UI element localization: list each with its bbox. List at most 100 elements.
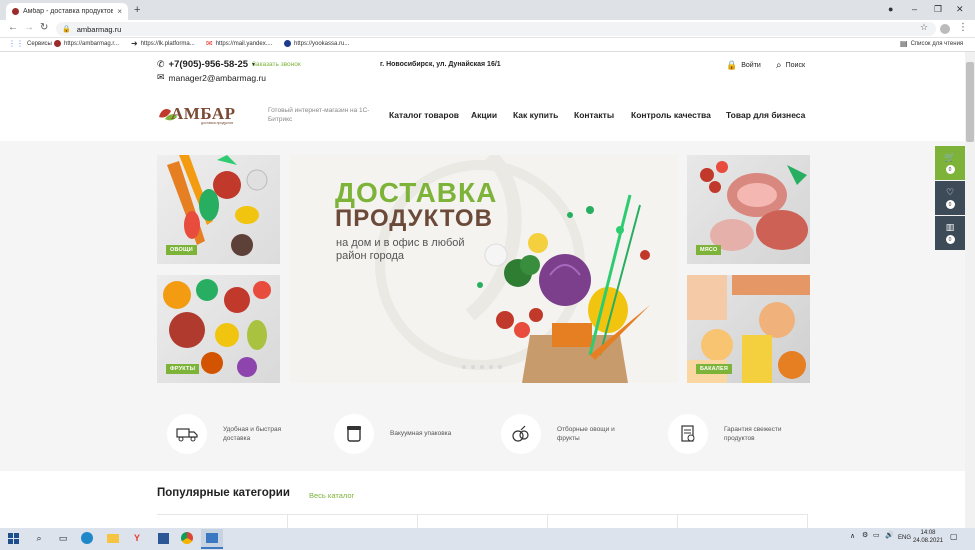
bookmark-apps[interactable]: ⋮⋮ Сервисы <box>8 40 52 48</box>
slider-dot[interactable] <box>498 365 502 369</box>
category-tile-vegetables[interactable]: ОВОЩИ <box>157 155 280 264</box>
callback-link[interactable]: Заказать звонок <box>252 61 301 68</box>
scrollbar-thumb[interactable] <box>966 62 974 142</box>
bookmark-item[interactable]: ✉ https://mail.yandex.... <box>206 40 272 48</box>
certificate-icon <box>668 414 708 454</box>
tile-label: ФРУКТЫ <box>166 364 200 374</box>
banner-title-line2: ПРОДУКТОВ <box>335 205 493 232</box>
floating-side-panel: 🛒 0 ♡ 0 ▥ 0 <box>935 146 965 250</box>
arrow-icon: ➜ <box>131 39 138 48</box>
truck-icon <box>167 414 207 454</box>
favicon-icon <box>12 8 19 15</box>
slider-dot[interactable] <box>471 365 475 369</box>
app-icon[interactable] <box>156 531 170 545</box>
slider-dot[interactable] <box>480 365 484 369</box>
window-close-icon[interactable]: ✕ <box>956 4 964 15</box>
phone-number[interactable]: ✆ +7(905)-956-58-25 ▾ <box>157 59 255 70</box>
divider <box>547 515 548 529</box>
active-app-button[interactable] <box>201 529 223 549</box>
nav-contacts[interactable]: Контакты <box>574 110 614 120</box>
login-button[interactable]: 🔒 Войти <box>726 60 761 71</box>
nav-catalog[interactable]: Каталог товаров <box>389 110 459 120</box>
category-tile-meat[interactable]: МЯСО <box>687 155 810 264</box>
file-explorer-icon[interactable] <box>106 531 120 545</box>
tile-label: ОВОЩИ <box>166 245 197 255</box>
cart-button[interactable]: 🛒 0 <box>935 146 965 180</box>
nav-how-to-buy[interactable]: Как купить <box>513 110 558 120</box>
yandex-browser-icon[interactable]: Y <box>130 531 144 545</box>
phone-icon: ✆ <box>157 59 165 69</box>
feature-item: Гарантия свежести продуктов <box>668 414 804 454</box>
maximize-icon[interactable]: ❐ <box>934 4 942 15</box>
windows-taskbar <box>0 528 975 550</box>
feature-text: Удобная и быстрая доставка <box>223 425 282 442</box>
email-link[interactable]: ✉ manager2@ambarmag.ru <box>157 72 266 83</box>
chrome-icon[interactable] <box>180 531 194 545</box>
tray-chevron-up-icon[interactable]: ∧ <box>850 533 855 542</box>
bookmark-item[interactable]: ➜ https://lk.platforma... <box>131 40 195 48</box>
url-text: ambarmag.ru <box>76 24 122 34</box>
feature-item: Отборные овощи и фрукты <box>501 414 637 454</box>
feature-item: Вакуумная упаковка <box>334 414 470 454</box>
back-icon[interactable]: ← <box>8 22 18 33</box>
tray-settings-icon[interactable]: ⚙ <box>862 532 868 541</box>
task-view-icon[interactable]: ▭ <box>56 531 70 545</box>
bar-chart-icon: ▥ <box>945 222 955 232</box>
tab-title: Амбар - доставка продуктов п... <box>23 8 114 15</box>
favorites-button[interactable]: ♡ 0 <box>935 181 965 215</box>
feature-text: Отборные овощи и фрукты <box>557 425 615 442</box>
clock-time: 14:08 <box>920 530 936 536</box>
mail-icon: ✉ <box>206 39 213 48</box>
produce-icon <box>501 414 541 454</box>
search-icon[interactable]: ⌕ <box>32 531 46 545</box>
package-icon <box>334 414 374 454</box>
minimize-icon[interactable]: – <box>912 4 917 14</box>
compare-count: 0 <box>945 235 955 244</box>
profile-dot-icon[interactable]: ● <box>888 4 893 14</box>
compare-button[interactable]: ▥ 0 <box>935 216 965 250</box>
site-logo[interactable]: АМБАР доставка продуктов <box>157 103 237 127</box>
divider <box>807 515 808 529</box>
feature-text: Вакуумная упаковка <box>390 430 452 438</box>
site-favicon-icon <box>54 40 61 47</box>
reload-icon[interactable]: ↻ <box>40 22 48 33</box>
divider <box>677 515 678 529</box>
nav-quality-control[interactable]: Контроль качества <box>631 110 711 120</box>
cart-icon: 🛒 <box>944 152 956 162</box>
store-address: г. Новосибирск, ул. Дунайская 16/1 <box>380 61 501 68</box>
banner-subtitle: на дом и в офис в любой район города <box>336 237 465 262</box>
bookmark-item[interactable]: https://yookassa.ru... <box>284 40 349 47</box>
all-catalog-link[interactable]: Весь каталог <box>309 491 354 500</box>
slider-dot[interactable] <box>489 365 493 369</box>
bookmarks-bar: ⋮⋮ Сервисы https://ambarmag.r... ➜ https… <box>0 38 975 52</box>
menu-icon[interactable]: ⋮ <box>958 22 968 33</box>
category-tile-fruits[interactable]: ФРУКТЫ <box>157 275 280 383</box>
nav-business-goods[interactable]: Товар для бизнеса <box>726 110 805 120</box>
url-field[interactable]: 🔒 ambarmag.ru <box>56 22 936 36</box>
browser-tab[interactable]: Амбар - доставка продуктов п... × <box>6 3 128 20</box>
new-tab-button[interactable]: + <box>134 4 140 16</box>
slider-dot[interactable] <box>462 365 466 369</box>
notifications-icon[interactable]: ▢ <box>950 532 958 542</box>
profile-avatar[interactable] <box>940 24 950 34</box>
forward-icon[interactable]: → <box>24 22 34 33</box>
close-icon[interactable]: × <box>117 7 122 16</box>
volume-icon[interactable]: 🔊 <box>885 532 894 541</box>
bookmark-item[interactable]: https://ambarmag.r... <box>54 40 119 47</box>
clock[interactable]: 14:08 24.08.2021 <box>913 530 943 545</box>
reading-list[interactable]: ▤ Список для чтения <box>900 40 963 48</box>
windows-start-icon[interactable] <box>6 531 20 545</box>
edge-icon[interactable] <box>80 531 94 545</box>
search-button[interactable]: ⌕ Поиск <box>776 60 805 71</box>
lock-icon: 🔒 <box>62 26 71 33</box>
yookassa-icon <box>284 40 291 47</box>
hero-banner[interactable]: ДОСТАВКА ПРОДУКТОВ на дом и в офис в люб… <box>290 155 678 383</box>
category-tile-grocery[interactable]: БАКАЛЕЯ <box>687 275 810 383</box>
language-indicator[interactable]: ENG <box>898 535 911 543</box>
category-cards-row <box>157 514 808 529</box>
bookmark-star-icon[interactable]: ☆ <box>920 22 928 33</box>
network-icon[interactable]: ▭ <box>873 532 880 541</box>
feature-item: Удобная и быстрая доставка <box>167 414 303 454</box>
cart-count: 0 <box>945 165 955 174</box>
nav-promotions[interactable]: Акции <box>471 110 497 120</box>
